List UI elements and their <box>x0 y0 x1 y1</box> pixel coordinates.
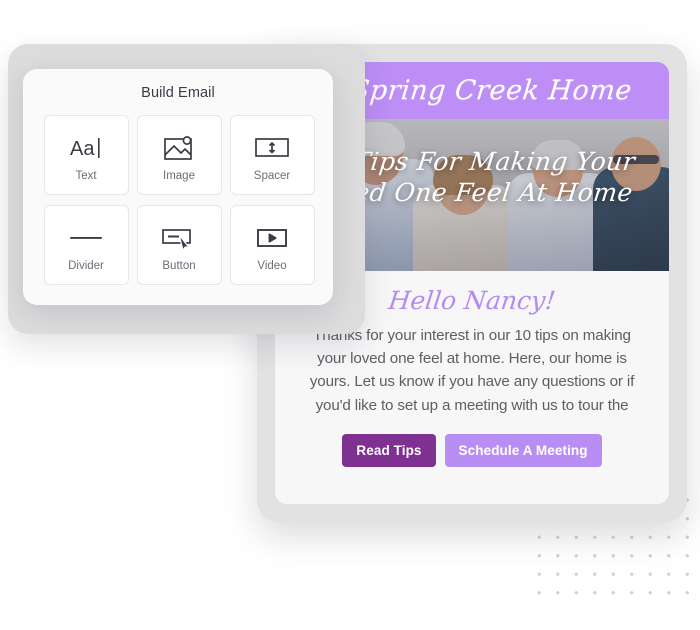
text-icon: Aa <box>69 129 103 167</box>
button-cursor-icon <box>162 219 196 257</box>
email-body-copy: Thanks for your interest in our 10 tips … <box>309 326 635 414</box>
spacer-icon <box>255 129 289 167</box>
panel-title: Build Email <box>141 85 215 101</box>
read-tips-button[interactable]: Read Tips <box>342 434 436 468</box>
cta-row: Read Tips Schedule A Meeting <box>301 434 643 468</box>
tile-label: Image <box>163 169 195 182</box>
block-tile-video[interactable]: Video <box>229 205 315 285</box>
block-tile-image[interactable]: Image <box>136 115 222 195</box>
tile-label: Button <box>162 259 196 272</box>
block-tile-grid: Aa Text Image Spacer Divider Button Vide… <box>23 115 333 285</box>
block-tile-button[interactable]: Button <box>136 205 222 285</box>
tile-label: Video <box>257 259 287 272</box>
tile-label: Divider <box>68 259 104 272</box>
image-icon <box>164 129 194 167</box>
svg-text:Aa: Aa <box>70 138 95 160</box>
tile-label: Spacer <box>253 169 291 182</box>
block-tile-text[interactable]: Aa Text <box>43 115 129 195</box>
block-tile-divider[interactable]: Divider <box>43 205 129 285</box>
schedule-meeting-button[interactable]: Schedule A Meeting <box>444 434 602 468</box>
tile-label: Text <box>75 169 97 182</box>
video-icon <box>256 219 288 257</box>
brand-name: Spring Creek Home <box>349 75 634 106</box>
block-tile-spacer[interactable]: Spacer <box>229 115 315 195</box>
divider-icon <box>68 219 104 257</box>
build-email-panel: Build Email Aa Text Image Spacer Divider… <box>23 69 333 305</box>
